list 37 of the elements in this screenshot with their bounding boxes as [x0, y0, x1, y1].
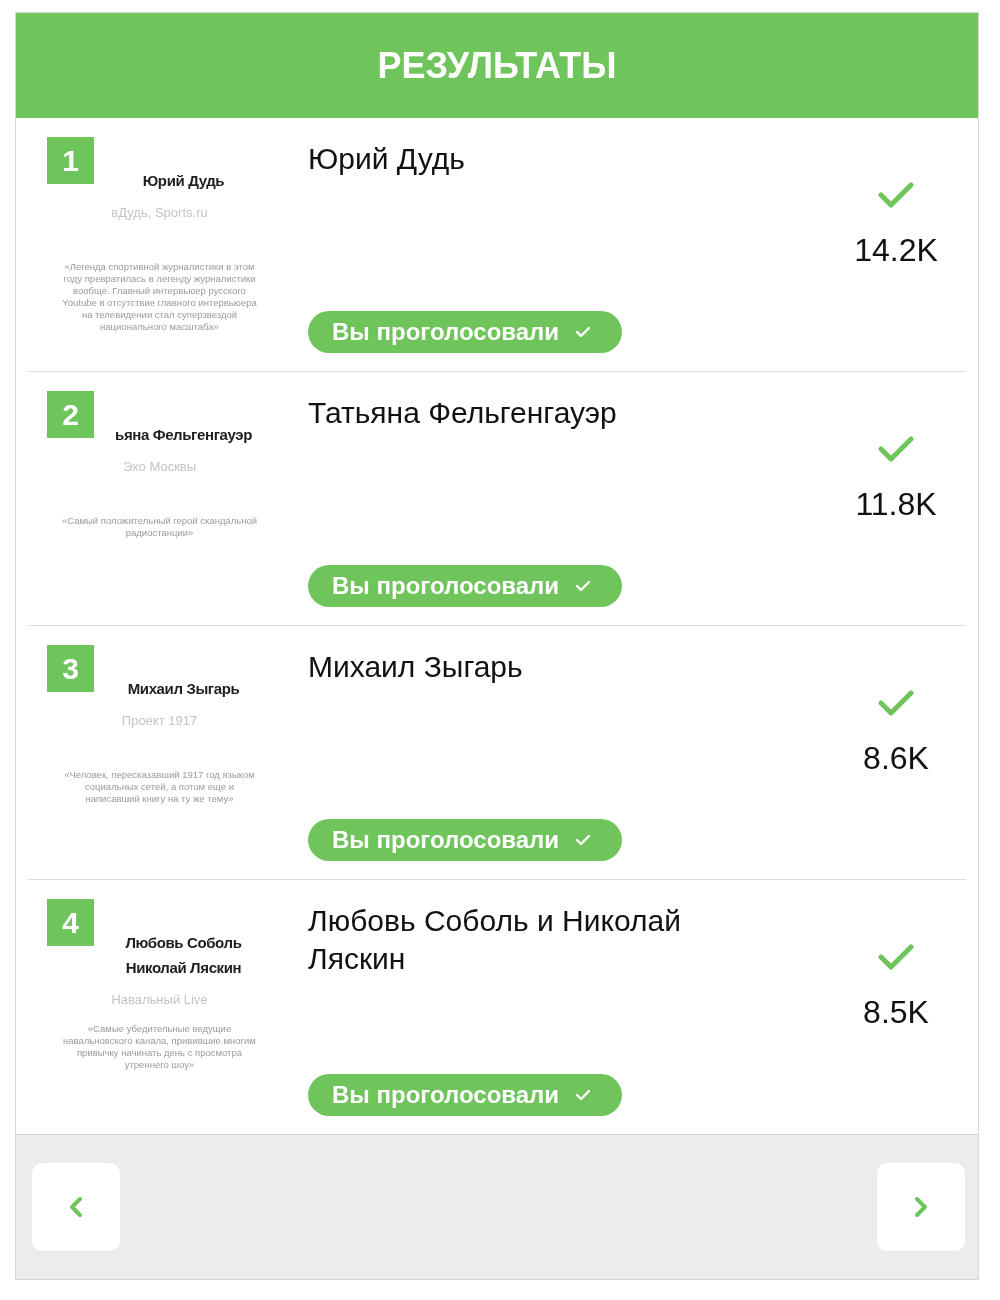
- thumbnail-quote: «Самые убедительные ведущие навальновского канала, привившие многим привычку начинать день с просмотра утреннего шоу»: [62, 1023, 257, 1071]
- rank-badge: 3: [47, 645, 94, 692]
- person-name: Татьяна Фельгенгауэр: [308, 395, 617, 431]
- chevron-left-icon: [69, 1196, 83, 1218]
- header-title: РЕЗУЛЬТАТЫ: [377, 43, 617, 88]
- check-icon: [575, 1089, 592, 1101]
- next-button[interactable]: [877, 1163, 965, 1251]
- chevron-right-icon: [914, 1196, 928, 1218]
- rank-badge: 4: [47, 899, 94, 946]
- vote-count: 8.5K: [863, 993, 929, 1031]
- thumbnail-source: Эхо Москвы: [122, 459, 197, 475]
- voted-button[interactable]: Вы проголосовали: [308, 819, 622, 861]
- vote-count: 11.8K: [855, 485, 937, 523]
- voted-button[interactable]: Вы проголосовали: [308, 565, 622, 607]
- rank-badge: 2: [47, 391, 94, 438]
- thumbnail-source: Проект 1917: [121, 713, 198, 729]
- vote-count: 14.2K: [854, 231, 938, 269]
- check-icon: [575, 580, 592, 592]
- thumbnail-title: ьяна Фельгенгауэр: [114, 425, 253, 445]
- person-name: Михаил Зыгарь: [308, 649, 523, 685]
- person-name: Юрий Дудь: [308, 141, 465, 177]
- voted-button[interactable]: Вы проголосовали: [308, 1074, 622, 1116]
- previous-button[interactable]: [32, 1163, 120, 1251]
- thumbnail-title: Любовь Соболь Николай Ляскин: [124, 933, 243, 978]
- person-name: Любовь Соболь и Николай Ляскин: [308, 903, 682, 977]
- rank-badge: 1: [47, 137, 94, 184]
- thumbnail-source: Навальный Live: [111, 992, 208, 1008]
- vote-count: 8.6K: [863, 739, 929, 777]
- thumbnail-quote: «Человек, пересказавший 1917 год языком социальных сетей, а потом еще и написавший книгу на ту же тему»: [63, 769, 256, 805]
- check-icon: [575, 834, 592, 846]
- thumbnail-title: Юрий Дудь: [141, 171, 226, 191]
- thumbnail-source: вДудь, Sports.ru: [111, 205, 208, 221]
- thumbnail-quote: «Самый положительный герой скандальной радиостанции»: [60, 515, 259, 539]
- voted-button[interactable]: Вы проголосовали: [308, 311, 622, 353]
- check-icon: [575, 326, 592, 338]
- thumbnail-quote: «Легенда спортивной журналистики в этом году превратилась в легенду журналистики вообще. Главный интервьюер русского Youtube в отсутствие главного интервьюера на телевидении стал суперзвездой национального масштаба»: [61, 261, 258, 333]
- thumbnail-title: Михаил Зыгарь: [126, 679, 241, 699]
